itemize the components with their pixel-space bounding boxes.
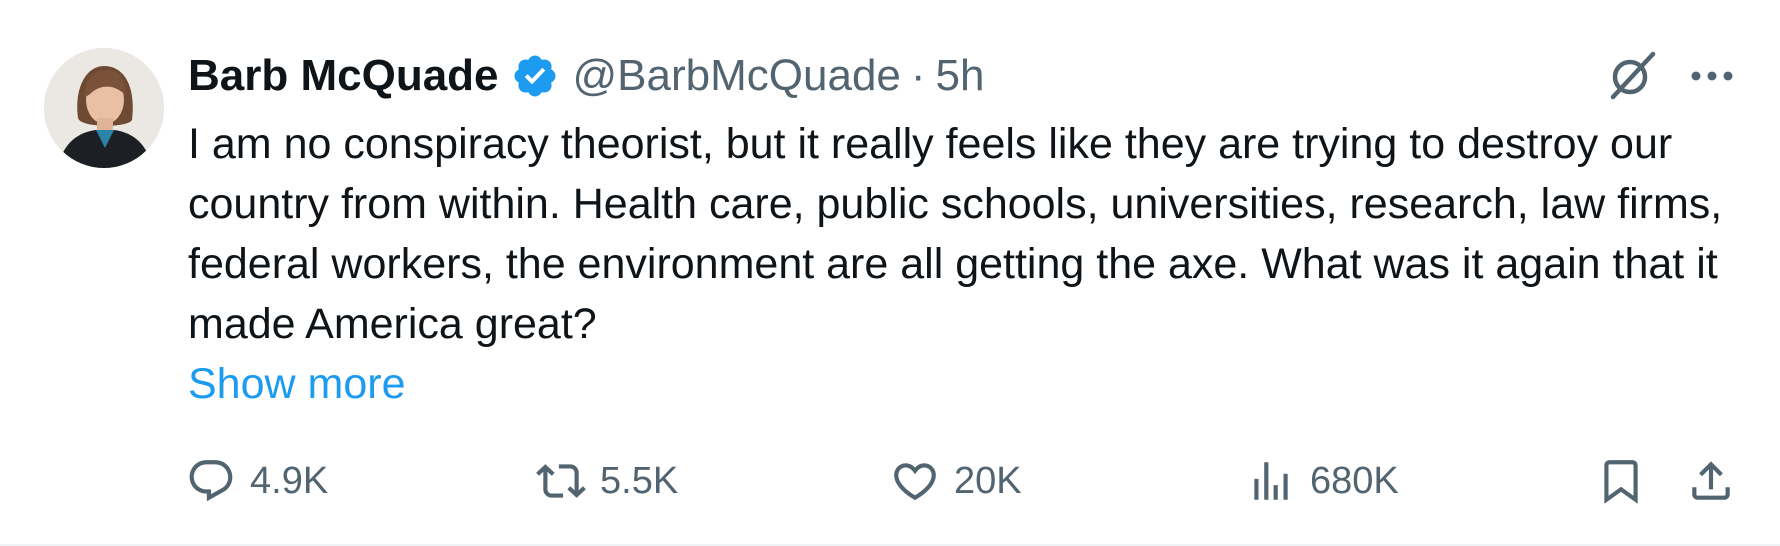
separator-dot: · — [910, 51, 926, 100]
like-button[interactable]: 20K — [890, 454, 1022, 508]
author-name[interactable]: Barb McQuade — [188, 51, 499, 101]
verified-badge-icon — [511, 52, 559, 100]
post-timestamp[interactable]: 5h — [936, 51, 985, 101]
views-button[interactable]: 680K — [1246, 454, 1399, 508]
share-button[interactable] — [1686, 454, 1736, 508]
heart-icon — [894, 463, 936, 501]
bookmark-icon — [1604, 460, 1638, 504]
author-avatar[interactable] — [44, 48, 164, 168]
like-count: 20K — [954, 459, 1022, 502]
avatar-image — [44, 48, 164, 168]
reply-count: 4.9K — [250, 459, 329, 502]
author-handle[interactable]: @BarbMcQuade — [573, 51, 901, 101]
views-chart-icon — [1254, 462, 1288, 500]
repost-button[interactable]: 5.5K — [536, 454, 678, 508]
more-options-icon[interactable] — [1688, 56, 1736, 96]
show-more-link[interactable]: Show more — [188, 354, 405, 414]
tweet-header: Barb McQuade @BarbMcQuade · 5h — [188, 48, 985, 104]
views-count: 680K — [1310, 459, 1399, 502]
repost-icon — [536, 464, 586, 498]
reply-icon — [189, 460, 233, 502]
tweet-card: Barb McQuade @BarbMcQuade · 5h I am no c… — [0, 0, 1780, 546]
reply-button[interactable]: 4.9K — [186, 454, 328, 508]
post-text: I am no conspiracy theorist, but it real… — [188, 120, 1723, 348]
grok-icon[interactable] — [1605, 48, 1659, 102]
action-bar: 4.9K 5.5K 20K 680K — [0, 454, 1780, 508]
repost-count: 5.5K — [600, 459, 679, 502]
bookmark-button[interactable] — [1596, 454, 1646, 508]
share-icon — [1692, 461, 1730, 500]
